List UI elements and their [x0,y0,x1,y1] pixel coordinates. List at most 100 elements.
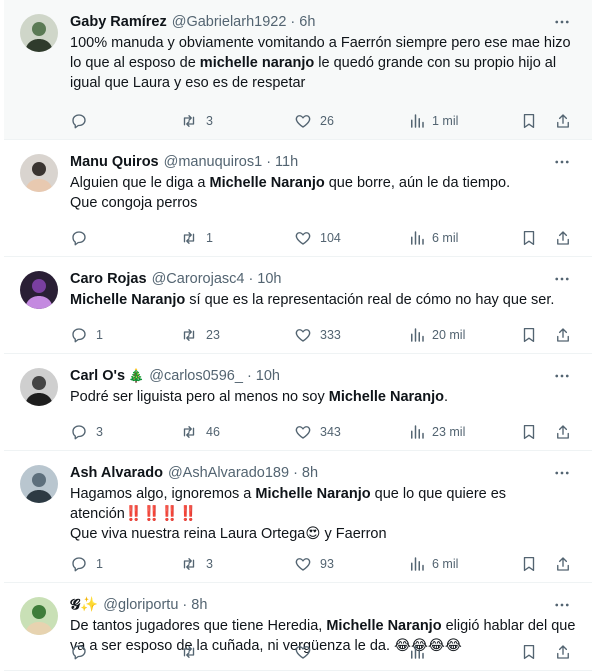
share-button[interactable] [554,226,572,250]
tweet[interactable]: Caro Rojas @Carorojasc4 · 10h Michelle Naran… [4,257,592,354]
reply-button[interactable] [70,226,96,250]
tweet[interactable]: Ash Alvarado @AshAlvarado189 · 8h Hagamos al… [4,451,592,583]
action-bar: 1 23 333 20 mil [70,323,578,347]
retweet-button[interactable]: 23 [180,323,220,347]
like-count: 104 [320,231,341,245]
bookmark-button[interactable] [520,226,538,250]
avatar[interactable] [20,271,58,309]
tweet-text: Podré ser liguista pero al menos no soy … [70,387,578,407]
tweet[interactable]: Gaby Ramírez @Gabrielarh1922 · 6h 100% manud… [4,0,592,140]
retweet-button[interactable]: 1 [180,226,213,250]
action-bar: 3 26 1 mil [70,109,578,133]
text-fragment: sí que es la representación real de cómo… [185,292,555,308]
avatar[interactable] [20,368,58,406]
retweet-count: 3 [206,557,213,571]
highlight-term: Michelle Naranjo [326,618,442,634]
views-button[interactable]: 6 mil [408,226,458,250]
views-icon [408,229,426,247]
views-button[interactable]: 20 mil [408,323,465,347]
reply-button[interactable] [70,109,96,133]
tweet-text: 100% manuda y obviamente vomitando a Fae… [70,33,578,93]
retweet-icon [180,326,198,344]
reply-button[interactable]: 1 [70,323,103,347]
retweet-button[interactable]: 3 [180,109,213,133]
tweet[interactable]: Carl O's 🎄 @carlos0596_ · 10h Podré ser ligui… [4,354,592,451]
more-icon[interactable] [550,364,574,388]
bookmark-button[interactable] [520,420,538,444]
action-bar: 3 46 343 23 mil [70,420,578,444]
retweet-button[interactable]: 3 [180,552,213,576]
display-name[interactable]: Caro Rojas [70,269,147,289]
views-button[interactable]: 23 mil [408,420,465,444]
like-button[interactable]: 343 [294,420,341,444]
more-icon[interactable] [550,593,574,617]
like-button[interactable]: 26 [294,109,334,133]
avatar[interactable] [20,465,58,503]
retweet-icon [180,423,198,441]
share-button[interactable] [554,109,572,133]
view-count: 23 mil [432,425,466,439]
like-count: 333 [320,328,341,342]
timestamp[interactable]: 10h [257,269,281,289]
retweet-button[interactable] [180,640,206,664]
like-icon [294,423,312,441]
user-handle[interactable]: @Carorojasc4 [152,269,245,289]
reply-button[interactable]: 3 [70,420,103,444]
share-button[interactable] [554,323,572,347]
view-count: 6 mil [432,231,459,245]
like-button[interactable] [294,640,320,664]
reply-button[interactable]: 1 [70,552,103,576]
separator-dot: · [293,465,298,481]
bookmark-button[interactable] [520,109,538,133]
views-button[interactable]: 6 mil [408,552,458,576]
user-handle[interactable]: @Gabrielarh1922 [172,12,287,32]
like-count: 26 [320,114,334,128]
timestamp[interactable]: 8h [191,595,207,615]
retweet-button[interactable]: 46 [180,420,220,444]
tweet[interactable]: 𝓖✨ @gloriportu · 8h De tantos jugadores que … [4,583,592,671]
views-button[interactable]: 1 mil [408,109,458,133]
timestamp[interactable]: 10h [256,366,280,386]
like-button[interactable]: 333 [294,323,341,347]
reply-icon [70,112,88,130]
display-name[interactable]: Carl O's [70,366,125,386]
user-handle[interactable]: @manuquiros1 [164,152,263,172]
user-handle[interactable]: @gloriportu [103,595,178,615]
tweet[interactable]: Manu Quiros @manuquiros1 · 11h Alguien que l… [4,140,592,257]
timestamp[interactable]: 11h [275,152,298,172]
reply-button[interactable] [70,640,96,664]
timestamp[interactable]: 8h [302,463,318,483]
user-handle[interactable]: @AshAlvarado189 [168,463,289,483]
tweet-header: Carl O's 🎄 @carlos0596_ · 10h [70,366,578,386]
tweet-text: Michelle Naranjo sí que es la representa… [70,290,578,310]
display-name[interactable]: Manu Quiros [70,152,159,172]
more-icon[interactable] [550,267,574,291]
share-icon [554,229,572,247]
more-icon[interactable] [550,150,574,174]
bookmark-button[interactable] [520,552,538,576]
bookmark-icon [520,326,538,344]
highlight-term: Michelle Naranjo [255,486,371,502]
action-bar: 1 104 6 mil [70,226,578,250]
avatar[interactable] [20,14,58,52]
bookmark-button[interactable] [520,323,538,347]
retweet-icon [180,112,198,130]
like-button[interactable]: 93 [294,552,334,576]
display-name[interactable]: Ash Alvarado [70,463,163,483]
like-button[interactable]: 104 [294,226,341,250]
share-button[interactable] [554,640,572,664]
views-button[interactable] [408,640,432,664]
display-name[interactable]: 𝓖✨ [70,595,98,615]
timestamp[interactable]: 6h [299,12,315,32]
share-icon [554,326,572,344]
more-icon[interactable] [550,461,574,485]
bookmark-button[interactable] [520,640,538,664]
avatar[interactable] [20,597,58,635]
share-button[interactable] [554,552,572,576]
more-icon[interactable] [550,10,574,34]
reply-icon [70,423,88,441]
share-button[interactable] [554,420,572,444]
user-handle[interactable]: @carlos0596_ [149,366,243,386]
avatar[interactable] [20,154,58,192]
display-name[interactable]: Gaby Ramírez [70,12,167,32]
